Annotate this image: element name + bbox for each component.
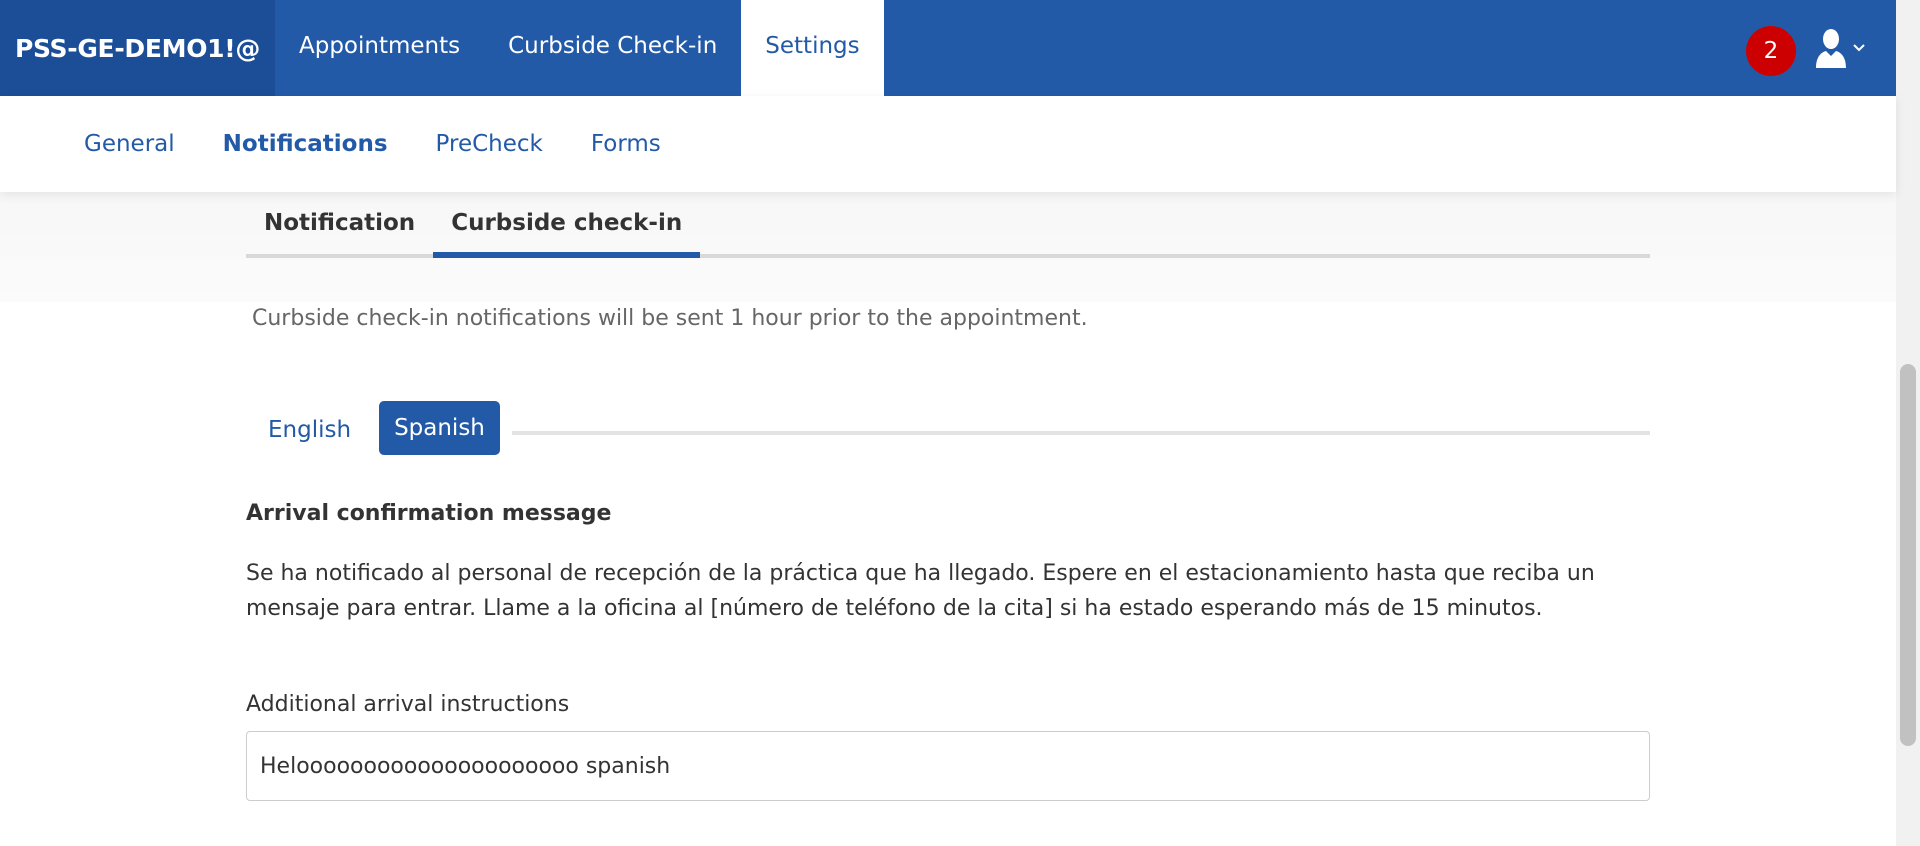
topbar-right: 2 [1746,0,1896,96]
practice-name[interactable]: PSS-GE-DEMO1!@ [0,0,275,96]
curbside-info-text: Curbside check-in notifications will be … [252,306,1088,331]
subnav-precheck[interactable]: PreCheck [436,131,543,157]
user-menu-button[interactable] [1814,26,1866,70]
language-divider [511,431,1650,435]
user-icon [1816,29,1846,68]
arrival-confirmation-message: Se ha notificado al personal de recepció… [246,561,1595,621]
chevron-down-icon [1853,44,1865,52]
subnav-notifications[interactable]: Notifications [223,131,388,157]
language-english-button[interactable]: English [246,405,373,455]
arrival-confirmation-title: Arrival confirmation message [246,501,612,526]
subnav-forms[interactable]: Forms [591,131,661,157]
top-navigation-bar: PSS-GE-DEMO1!@ Appointments Curbside Che… [0,0,1896,96]
subnav-general[interactable]: General [84,131,175,157]
language-spanish-button[interactable]: Spanish [379,401,500,455]
nav-curbside-check-in[interactable]: Curbside Check-in [484,0,741,96]
nav-settings[interactable]: Settings [741,0,884,96]
language-selector: English Spanish [246,401,1650,455]
notification-tabs: Notification Curbside check-in [246,192,1650,258]
tab-curbside-check-in[interactable]: Curbside check-in [433,210,701,258]
additional-instructions-input[interactable] [246,731,1650,801]
tab-notification[interactable]: Notification [246,210,433,254]
settings-subnav: General Notifications PreCheck Forms [0,96,1896,192]
notification-badge[interactable]: 2 [1746,26,1796,76]
scrollbar-thumb[interactable] [1900,364,1916,746]
nav-appointments[interactable]: Appointments [275,0,484,96]
notifications-settings-panel: Notification Curbside check-in Curbside … [246,192,1650,801]
page-scrollbar[interactable] [1896,0,1920,846]
additional-instructions-label: Additional arrival instructions [246,692,570,717]
